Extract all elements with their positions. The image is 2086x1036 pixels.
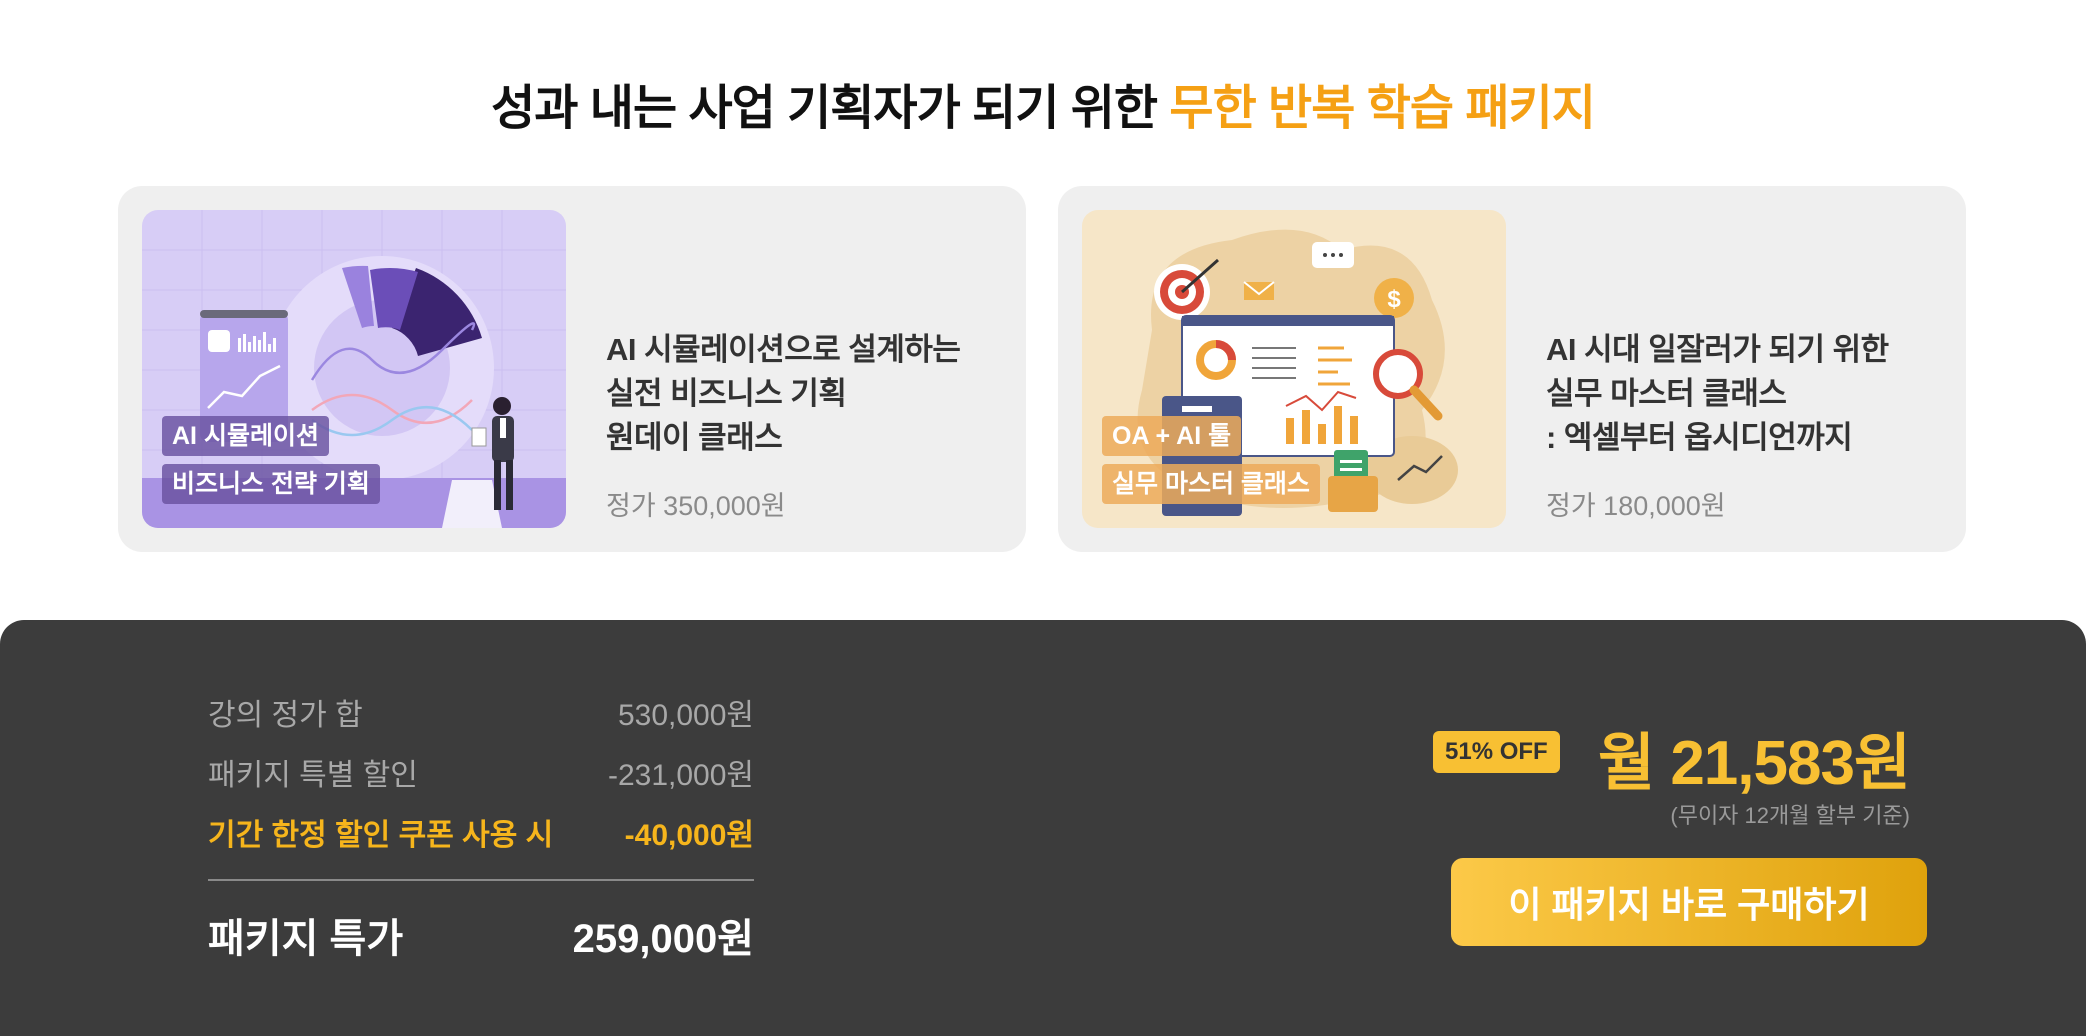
price-row-list-price: 강의 정가 합 530,000원 xyxy=(208,690,754,732)
course-title-line: AI 시뮬레이션으로 설계하는 xyxy=(606,332,961,367)
total-value: 259,000원 xyxy=(572,917,754,961)
price-row-label: 기간 한정 할인 쿠폰 사용 시 xyxy=(208,819,554,852)
course-title-line: 실무 마스터 클래스 xyxy=(1546,376,1787,411)
monthly-price: 월 21,583원 xyxy=(1598,729,1911,798)
price-row-value: 530,000원 xyxy=(617,699,754,732)
page-headline: 성과 내는 사업 기획자가 되기 위한 무한 반복 학습 패키지 xyxy=(0,68,2086,138)
price-row-value: -40,000원 xyxy=(624,819,754,852)
price-row-label: 패키지 특별 할인 xyxy=(208,759,418,792)
headline-main: 성과 내는 사업 기획자가 되기 위한 xyxy=(491,82,1158,135)
course-title-line: 실전 비즈니스 기획 xyxy=(606,376,847,411)
course-card-oa-master[interactable]: $ OA + AI 툴 실무 마스터 클래스 AI 시대 일잘러가 되기 위한 … xyxy=(1058,186,1966,552)
price-row-value: -231,000원 xyxy=(607,759,754,792)
svg-text:$: $ xyxy=(1387,286,1401,313)
course-title-line: 원데이 클래스 xyxy=(606,420,783,455)
price-row-package-discount: 패키지 특별 할인 -231,000원 xyxy=(208,750,754,792)
buy-package-button[interactable]: 이 패키지 바로 구매하기 xyxy=(1451,858,1927,946)
course-title-line: AI 시대 일잘러가 되기 위한 xyxy=(1546,332,1889,367)
price-row-total: 패키지 특가 259,000원 xyxy=(208,906,754,961)
course-title[interactable]: AI 시대 일잘러가 되기 위한 실무 마스터 클래스 : 엑셀부터 옵시디언까… xyxy=(1546,328,1946,460)
course-title-line: : 엑셀부터 옵시디언까지 xyxy=(1546,420,1853,455)
total-label: 패키지 특가 xyxy=(208,917,404,961)
course-price: 정가 350,000원 xyxy=(606,491,786,521)
course-tag: 실무 마스터 클래스 xyxy=(1102,464,1320,504)
course-thumbnail: $ OA + AI 툴 실무 마스터 클래스 xyxy=(1082,210,1506,528)
course-tag: 비즈니스 전략 기획 xyxy=(162,464,380,504)
course-card-ai-simulation[interactable]: AI 시뮬레이션 비즈니스 전략 기획 AI 시뮬레이션으로 설계하는 실전 비… xyxy=(118,186,1026,552)
price-divider xyxy=(208,879,754,881)
installment-note: (무이자 12개월 할부 기준) xyxy=(1670,803,1910,828)
course-title[interactable]: AI 시뮬레이션으로 설계하는 실전 비즈니스 기획 원데이 클래스 xyxy=(606,328,1006,460)
price-row-label: 강의 정가 합 xyxy=(208,699,363,732)
course-price: 정가 180,000원 xyxy=(1546,491,1726,521)
headline-accent: 무한 반복 학습 패키지 xyxy=(1169,82,1595,135)
course-tag: AI 시뮬레이션 xyxy=(162,416,329,456)
course-tag: OA + AI 툴 xyxy=(1102,416,1242,456)
discount-badge: 51% OFF xyxy=(1433,731,1560,773)
course-thumbnail: AI 시뮬레이션 비즈니스 전략 기획 xyxy=(142,210,566,528)
price-row-coupon-discount: 기간 한정 할인 쿠폰 사용 시 -40,000원 xyxy=(208,810,754,852)
